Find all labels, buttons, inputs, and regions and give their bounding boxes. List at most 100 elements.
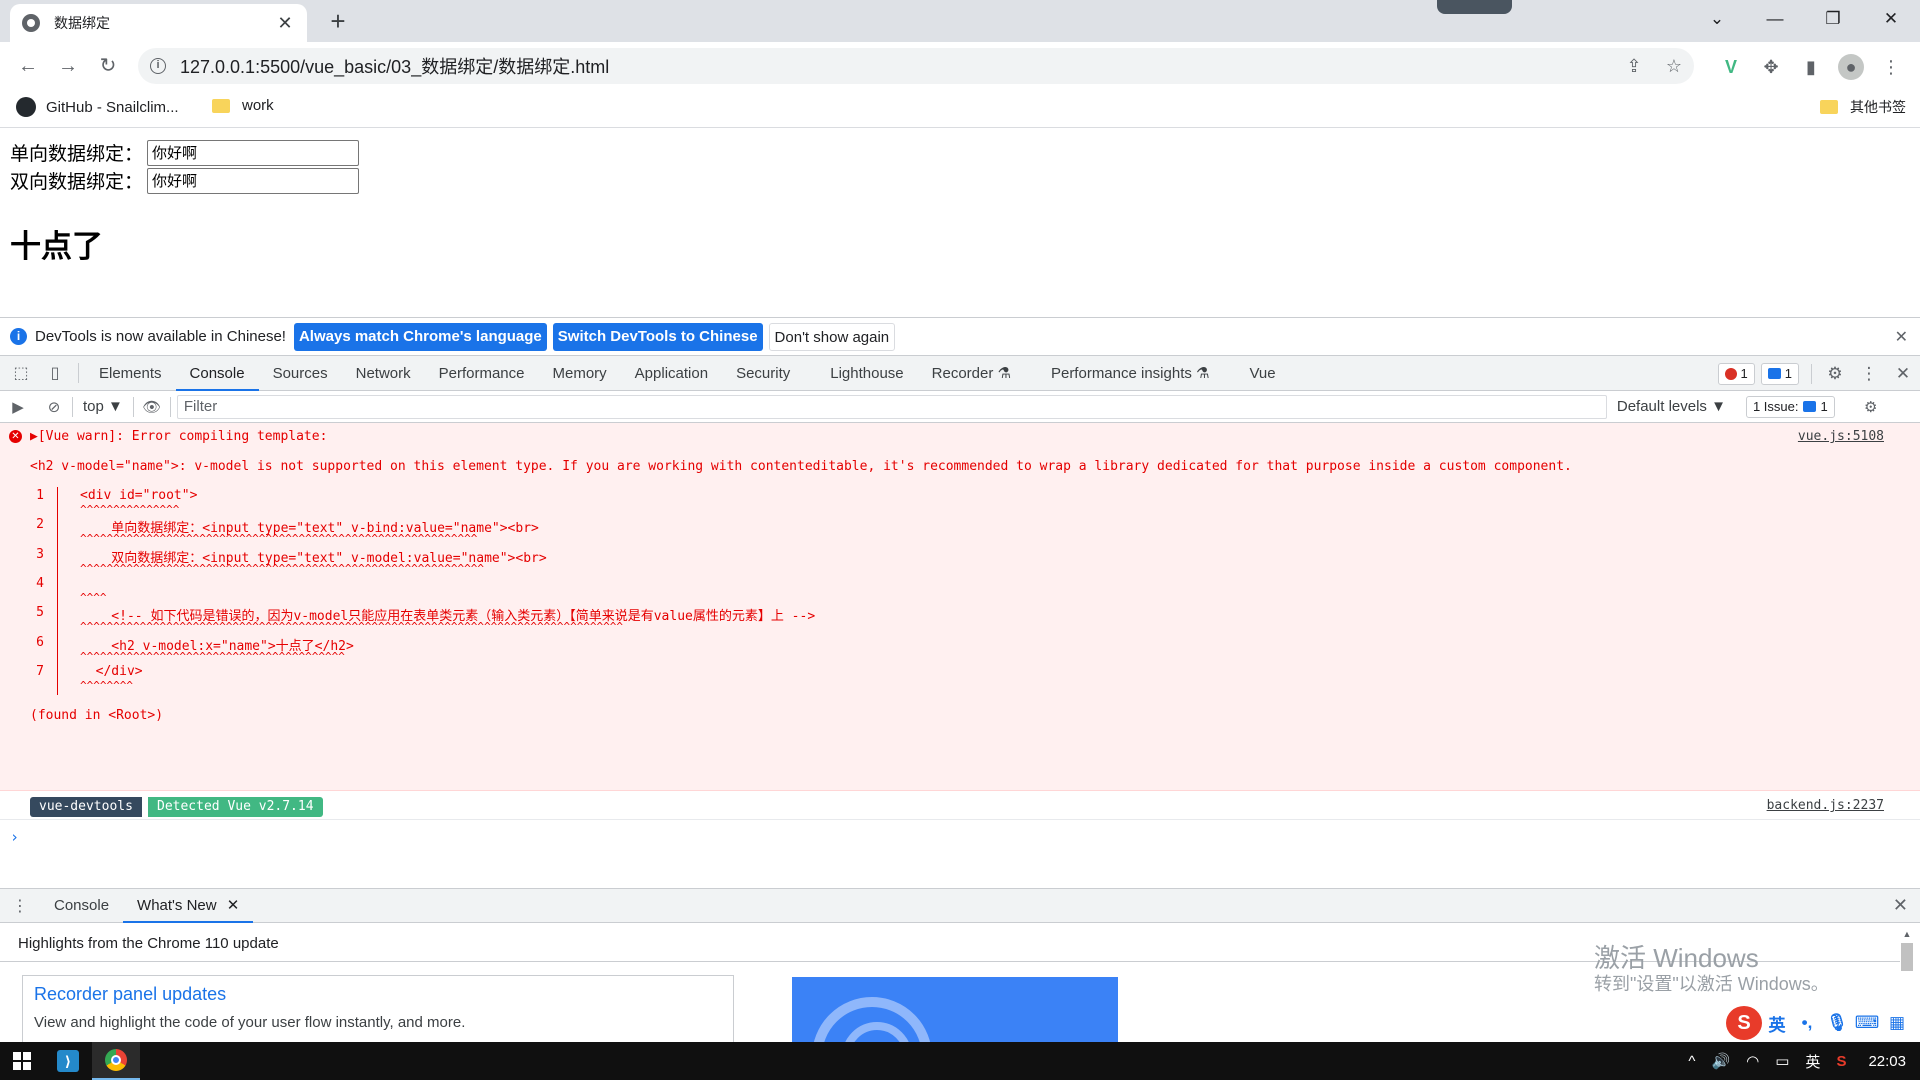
drawer-menu-icon[interactable]: ⋮	[0, 896, 40, 916]
two-way-label: 双向数据绑定：	[10, 172, 144, 193]
taskbar-vscode[interactable]: ⟩	[44, 1042, 92, 1080]
sidebar-toggle-icon[interactable]: ▶	[0, 398, 36, 416]
bookmark-star-icon[interactable]: ☆	[1654, 56, 1694, 77]
ime-language-toggle[interactable]: 英	[1762, 1011, 1792, 1036]
card-title[interactable]: Recorder panel updates	[34, 984, 226, 1005]
tray-language[interactable]: 英	[1805, 1051, 1820, 1072]
reload-icon[interactable]: ↻	[94, 52, 122, 80]
profile-avatar-icon[interactable]: ●	[1838, 54, 1864, 80]
bookmark-github[interactable]: GitHub - Snailclim...	[16, 97, 179, 117]
drawer-tab-console[interactable]: Console	[40, 889, 123, 923]
close-window-button[interactable]: ✕	[1862, 0, 1920, 38]
devtools-right-controls: 1 1 ⚙ ⋮ ✕	[1717, 356, 1920, 391]
console-settings-gear-icon[interactable]: ⚙	[1853, 398, 1889, 416]
tab-search-icon[interactable]: ⌄	[1688, 0, 1746, 38]
minimize-button[interactable]: —	[1746, 0, 1804, 38]
keyboard-icon[interactable]: ⌨	[1852, 1013, 1882, 1033]
dont-show-again-button[interactable]: Don't show again	[768, 322, 896, 351]
bookmark-work[interactable]: work	[212, 97, 274, 114]
switch-to-chinese-button[interactable]: Switch DevTools to Chinese	[552, 322, 763, 351]
bookmark-label: work	[242, 97, 274, 114]
tab-recorder[interactable]: Recorder ⚗	[918, 356, 1025, 391]
always-match-language-button[interactable]: Always match Chrome's language	[293, 322, 547, 351]
device-toolbar-icon[interactable]: ▯	[38, 363, 72, 383]
battery-icon[interactable]: ▭	[1775, 1052, 1789, 1070]
other-bookmarks-label: 其他书签	[1850, 99, 1906, 115]
code-carets: ^^^^^^^^^^^^^^^^^^^^^^^^^^^^^^^^^^^^^^^^…	[80, 620, 624, 633]
tab-vue[interactable]: Vue	[1235, 356, 1289, 391]
microphone-icon[interactable]: 🎙	[1822, 1013, 1852, 1033]
sogou-logo-icon[interactable]: S	[1726, 1006, 1762, 1040]
restore-button[interactable]: ❐	[1804, 0, 1862, 38]
code-line-number: 7	[36, 664, 44, 679]
browser-tab[interactable]: 数据绑定 ✕	[10, 4, 307, 42]
scroll-up-icon[interactable]: ▲	[1900, 929, 1914, 939]
tab-console[interactable]: Console	[175, 356, 259, 391]
close-infobar-icon[interactable]: ✕	[1895, 327, 1908, 347]
volume-icon[interactable]: 🔊	[1711, 1052, 1730, 1070]
share-icon[interactable]: ⇪	[1614, 56, 1654, 77]
code-gutter-bar	[57, 487, 58, 695]
devtools-menu-icon[interactable]: ⋮	[1852, 364, 1886, 384]
two-way-input[interactable]	[147, 167, 360, 194]
taskbar-chrome[interactable]	[92, 1042, 140, 1080]
devtools-panel: i DevTools is now available in Chinese! …	[0, 317, 1920, 1045]
start-windows-icon[interactable]	[0, 1042, 44, 1080]
tab-network[interactable]: Network	[342, 356, 425, 391]
error-x-icon: ✕	[9, 430, 22, 443]
url-text[interactable]: 127.0.0.1:5500/vue_basic/03_数据绑定/数据绑定.ht…	[180, 53, 1614, 79]
tab-sources[interactable]: Sources	[259, 356, 342, 391]
log-levels-dropdown[interactable]: Default levels ▼	[1617, 398, 1726, 415]
drawer-tab-whats-new[interactable]: What's New ✕	[123, 889, 254, 923]
punctuation-icon[interactable]: •,	[1792, 1013, 1822, 1033]
clock[interactable]: 22:03	[1868, 1053, 1906, 1070]
extensions-puzzle-icon[interactable]: ✥	[1758, 54, 1784, 80]
error-title[interactable]: ▶[Vue warn]: Error compiling template:	[30, 429, 327, 444]
devtools-tabs: ⬚ ▯ Elements Console Sources Network Per…	[0, 356, 1920, 391]
code-line-number: 1	[36, 488, 44, 503]
tab-memory[interactable]: Memory	[539, 356, 621, 391]
forward-icon[interactable]: →	[54, 52, 82, 80]
wifi-icon[interactable]: ◠	[1746, 1052, 1759, 1070]
close-tab-icon[interactable]: ✕	[227, 897, 240, 914]
backend-source-link[interactable]: backend.js:2237	[1767, 798, 1884, 813]
issues-badge[interactable]: 1 Issue: 1	[1745, 395, 1835, 418]
one-way-input[interactable]	[147, 139, 360, 166]
recorder-updates-card[interactable]: Recorder panel updates View and highligh…	[22, 975, 734, 1045]
sogou-tray-icon[interactable]: S	[1836, 1053, 1846, 1070]
tab-application[interactable]: Application	[621, 356, 722, 391]
side-panel-icon[interactable]: ▮	[1798, 54, 1824, 80]
vue-extension-icon[interactable]: V	[1718, 54, 1744, 80]
tab-close-icon[interactable]: ✕	[275, 13, 295, 34]
error-source-link[interactable]: vue.js:5108	[1798, 429, 1884, 444]
clear-console-icon[interactable]: ⊘	[36, 398, 72, 416]
tab-elements[interactable]: Elements	[85, 356, 176, 391]
settings-gear-icon[interactable]: ⚙	[1818, 364, 1852, 384]
tab-performance[interactable]: Performance	[425, 356, 539, 391]
live-expression-eye-icon[interactable]: 👁	[134, 398, 170, 416]
context-selector[interactable]: top ▼	[73, 398, 133, 415]
address-bar[interactable]: i 127.0.0.1:5500/vue_basic/03_数据绑定/数据绑定.…	[138, 48, 1694, 84]
error-count-badge[interactable]: 1	[1717, 362, 1755, 385]
inspect-element-icon[interactable]: ⬚	[4, 363, 38, 383]
divider	[169, 396, 171, 417]
scroll-thumb[interactable]	[1901, 943, 1913, 971]
tab-security[interactable]: Security	[722, 356, 804, 391]
other-bookmarks[interactable]: 其他书签	[1820, 97, 1906, 117]
new-tab-button[interactable]: +	[325, 6, 351, 37]
filter-input[interactable]: Filter	[176, 394, 1607, 419]
site-info-icon[interactable]: i	[150, 58, 166, 74]
close-drawer-icon[interactable]: ✕	[1893, 895, 1908, 916]
screen-capture-handle[interactable]	[1437, 0, 1512, 14]
code-line-number: 6	[36, 635, 44, 650]
message-count-badge[interactable]: 1	[1760, 362, 1799, 385]
card-description: View and highlight the code of your user…	[34, 1014, 466, 1031]
close-devtools-icon[interactable]: ✕	[1886, 364, 1920, 384]
back-icon[interactable]: ←	[14, 52, 42, 80]
console-prompt[interactable]: ›	[10, 828, 19, 846]
tab-lighthouse[interactable]: Lighthouse	[816, 356, 917, 391]
menu-kebab-icon[interactable]: ⋮	[1878, 54, 1904, 80]
tray-overflow-icon[interactable]: ^	[1688, 1053, 1695, 1070]
skin-icon[interactable]: ▦	[1882, 1013, 1912, 1033]
tab-performance-insights[interactable]: Performance insights ⚗	[1037, 356, 1224, 391]
